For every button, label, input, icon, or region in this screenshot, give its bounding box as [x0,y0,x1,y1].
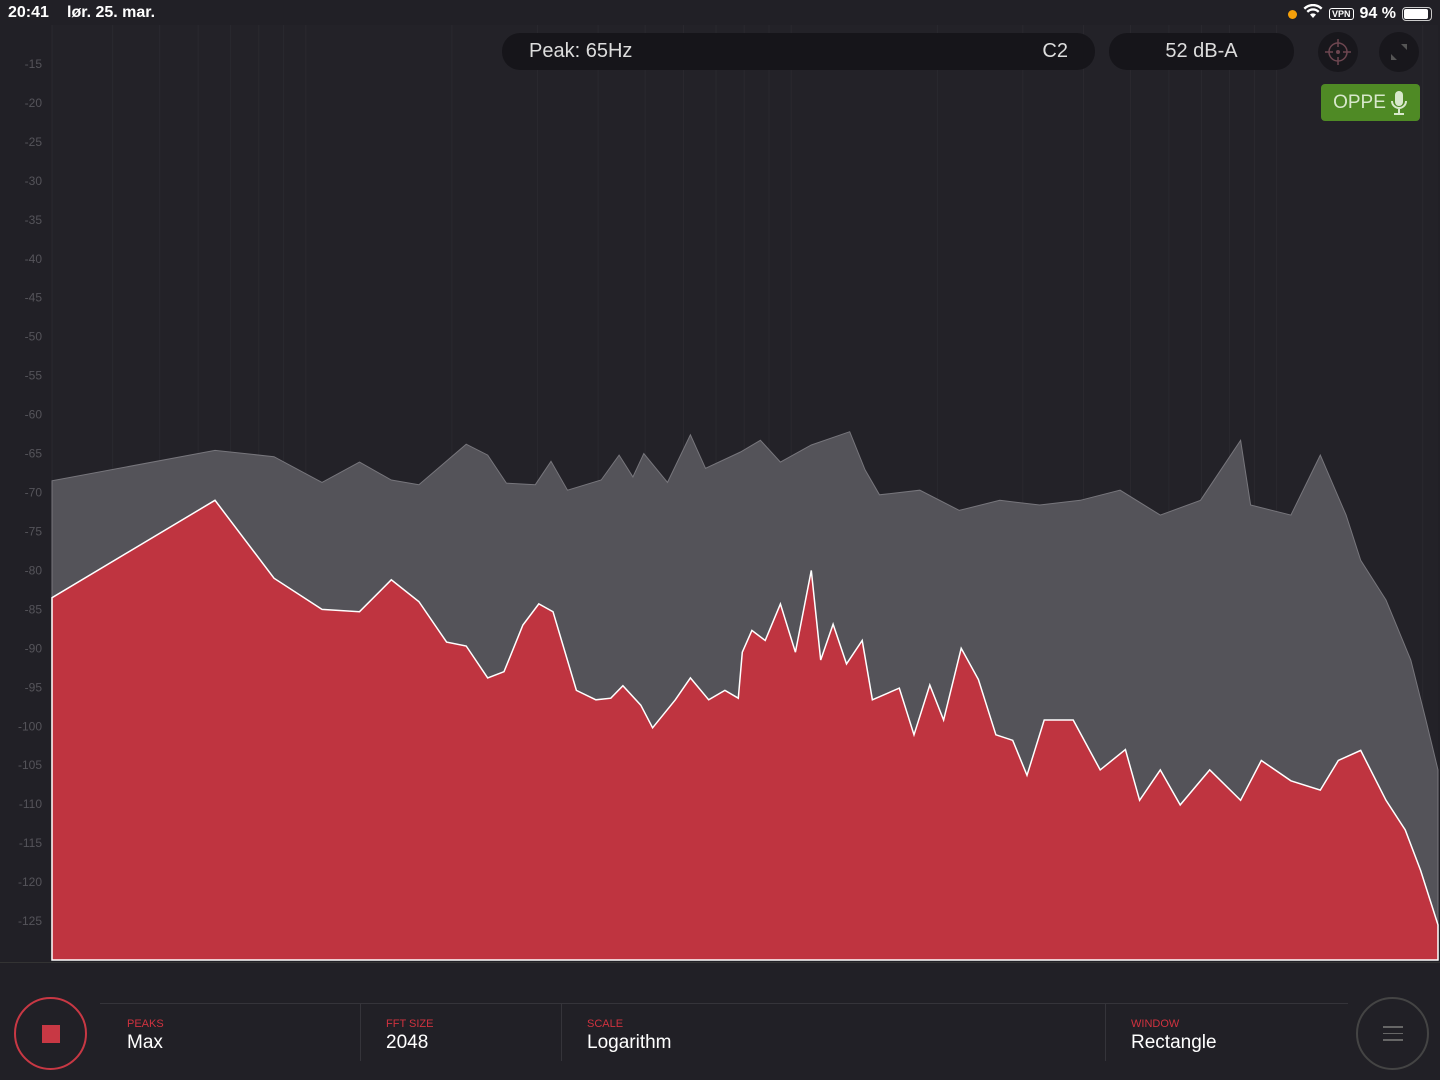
stop-icon [41,1024,60,1043]
y-tick-label: -100 [18,719,42,733]
y-tick-label: -85 [25,602,43,616]
control-bar [0,962,1440,1080]
sound-level: 52 dB-A [1165,40,1238,62]
divider [100,1003,1348,1004]
battery-icon [1402,7,1432,21]
y-tick-label: -35 [25,213,43,227]
fullscreen-button[interactable] [1379,32,1419,72]
y-tick-label: -25 [25,135,43,149]
microphone-icon [1390,90,1407,115]
peaks-label: PEAKS [127,1018,164,1030]
y-tick-label: -80 [25,563,43,577]
peak-display: Peak: 65Hz C2 [502,33,1095,70]
menu-button[interactable] [1356,997,1429,1070]
window-value: Rectangle [1131,1032,1217,1053]
divider [561,1004,562,1061]
peak-frequency: Peak: 65Hz [529,40,633,62]
battery-percent: 94 % [1359,5,1396,22]
peak-note: C2 [1042,40,1068,62]
wifi-icon [1303,3,1323,24]
y-tick-label: -110 [19,797,42,811]
y-tick-label: -125 [18,914,42,928]
y-tick-label: -60 [25,408,43,422]
mic-source-label: OPPE [1333,91,1386,113]
stop-button[interactable] [14,997,87,1070]
crosshair-icon [1325,39,1351,65]
y-tick-label: -70 [25,486,43,500]
y-tick-label: -115 [19,836,42,850]
fft-size-setting[interactable]: FFT SIZE 2048 [386,1018,433,1054]
y-tick-label: -90 [25,641,43,655]
crosshair-button[interactable] [1318,32,1358,72]
scale-setting[interactable]: SCALE Logarithm [587,1018,672,1054]
peaks-value: Max [127,1032,163,1053]
y-tick-label: -75 [25,524,43,538]
status-bar: 20:41 lør. 25. mar. VPN 94 % [0,0,1440,25]
y-tick-label: -40 [25,252,43,266]
fft-size-value: 2048 [386,1032,429,1053]
peaks-setting[interactable]: PEAKS Max [127,1018,164,1054]
y-tick-label: -30 [25,174,43,188]
y-tick-label: -20 [25,96,43,110]
window-setting[interactable]: WINDOW Rectangle [1131,1018,1217,1054]
level-display: 52 dB-A [1109,33,1294,70]
date: lør. 25. mar. [67,4,156,21]
scale-value: Logarithm [587,1032,672,1053]
scale-label: SCALE [587,1018,624,1030]
y-tick-label: -45 [25,291,43,305]
y-tick-label: -120 [18,875,42,889]
spectrum-chart[interactable]: -15 -20 -25 -30 -35 -40 -45 -50 -55 -60 -65 -70 -75 -… [0,25,1440,962]
vpn-badge: VPN [1329,8,1354,20]
y-tick-label: -50 [25,330,43,344]
clock: 20:41 [8,4,49,21]
y-tick-label: -95 [25,680,43,694]
expand-icon [1391,44,1407,60]
mic-indicator-icon [1288,9,1298,19]
mic-source-button[interactable]: OPPE [1321,84,1420,121]
y-tick-label: -65 [25,447,43,461]
y-tick-label: -105 [18,758,42,772]
fft-size-label: FFT SIZE [386,1018,434,1030]
y-tick-label: -55 [25,369,43,383]
y-tick-label: -15 [25,57,43,71]
divider [360,1004,361,1061]
window-label: WINDOW [1131,1018,1180,1030]
divider [1105,1004,1106,1061]
